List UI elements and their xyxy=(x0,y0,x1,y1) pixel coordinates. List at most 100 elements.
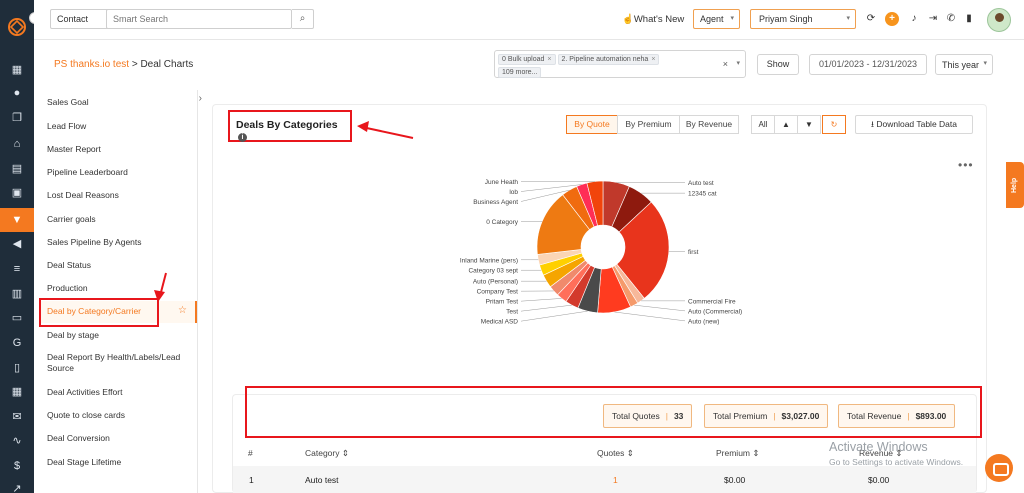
logout-icon[interactable]: ⇥ xyxy=(926,12,940,26)
bank-icon[interactable]: ⌂ xyxy=(10,137,24,151)
report-item[interactable]: Master Report xyxy=(47,144,101,155)
filter-all-button[interactable]: All xyxy=(751,115,775,134)
thumbs-down-icon[interactable]: ▼ xyxy=(797,115,821,134)
report-item[interactable]: Lead Flow xyxy=(47,121,86,132)
trend-icon[interactable]: ↗ xyxy=(10,482,24,493)
report-item[interactable]: Quote to close cards xyxy=(47,410,125,421)
report-item[interactable]: Deal Report By Health/Labels/Lead Source xyxy=(47,352,189,374)
spinner-icon[interactable]: ↻ xyxy=(822,115,846,134)
column-header-premium[interactable]: Premium ⇕ xyxy=(716,448,760,459)
trash-icon[interactable]: ▮ xyxy=(962,12,976,26)
google-icon[interactable]: G xyxy=(10,336,24,350)
close-icon[interactable]: × xyxy=(547,56,551,63)
role-label: Agent xyxy=(700,14,724,24)
info-icon[interactable]: i xyxy=(238,133,247,142)
calculator-icon[interactable]: ▤ xyxy=(10,162,24,176)
table-cell-revenue: $0.00 xyxy=(868,475,890,485)
sort-icon: ⇕ xyxy=(626,448,634,458)
whats-new-link[interactable]: ☝What's New xyxy=(622,14,684,25)
chevron-down-icon: ▾ xyxy=(983,60,987,67)
table-cell-quotes-link[interactable]: 1 xyxy=(613,475,618,485)
date-range-input[interactable]: 01/01/2023 - 12/31/2023 xyxy=(809,54,927,75)
clipboard-icon[interactable]: ▯ xyxy=(10,361,24,375)
role-select[interactable]: Agent ▾ xyxy=(693,9,740,29)
period-select[interactable]: This year ▾ xyxy=(935,54,993,75)
more-options-icon[interactable]: ••• xyxy=(958,158,974,172)
documents-icon[interactable]: ❐ xyxy=(10,111,24,125)
report-item-active[interactable]: Deal by Category/Carrier ☆ xyxy=(40,301,197,323)
report-item[interactable]: Deal Conversion xyxy=(47,433,110,444)
funnel-icon[interactable]: ▼ xyxy=(0,208,34,232)
filter-tag: 2. Pipeline automation neha × xyxy=(557,54,660,65)
filter-more-tag[interactable]: 109 more... xyxy=(498,67,542,78)
column-header-category[interactable]: Category ⇕ xyxy=(305,448,349,459)
tab-by-quote[interactable]: By Quote xyxy=(566,115,618,134)
report-item[interactable]: Carrier goals xyxy=(47,214,96,225)
breadcrumb-org[interactable]: PS thanks.io test xyxy=(54,59,129,70)
chevron-down-icon[interactable]: ▾ xyxy=(736,59,740,67)
bell-icon[interactable]: ♪ xyxy=(907,12,921,26)
avatar[interactable] xyxy=(987,8,1011,32)
folder-icon[interactable]: ▭ xyxy=(10,311,24,325)
user-select[interactable]: Priyam Singh ▾ xyxy=(750,9,856,29)
help-tab[interactable]: Help xyxy=(1006,162,1024,208)
tab-by-revenue[interactable]: By Revenue xyxy=(679,115,739,134)
report-item[interactable]: Pipeline Leaderboard xyxy=(47,167,128,178)
chevron-right-icon[interactable]: › xyxy=(199,93,202,104)
search-icon[interactable]: ⌕ xyxy=(292,9,314,29)
report-item[interactable]: Lost Deal Reasons xyxy=(47,190,119,201)
id-card-icon[interactable]: ▣ xyxy=(10,186,24,200)
mail-icon[interactable]: ✉ xyxy=(10,410,24,424)
pipeline-filter-select[interactable]: 0 Bulk upload × 2. Pipeline automation neh… xyxy=(494,50,746,78)
report-item[interactable]: Deal Status xyxy=(47,260,91,271)
pie-slice-label: Category 03 sept xyxy=(468,268,518,275)
clear-icon[interactable]: × xyxy=(723,59,728,69)
close-icon[interactable]: × xyxy=(651,56,655,63)
windows-activation-watermark: Activate Windows Go to Settings to activ… xyxy=(829,440,963,467)
search-scope-label: Contact xyxy=(57,14,89,24)
phone-icon[interactable]: ✆ xyxy=(944,12,958,26)
pie-slice-label: 0 Category xyxy=(486,219,519,226)
total-revenue-value: $893.00 xyxy=(915,411,947,421)
whats-new-label: What's New xyxy=(633,14,685,25)
smart-search-input[interactable] xyxy=(106,9,292,29)
bar-chart-icon[interactable]: ▥ xyxy=(10,287,24,301)
megaphone-icon[interactable]: ◀ xyxy=(10,237,24,251)
report-item[interactable]: Production xyxy=(47,283,88,294)
dashboard-icon[interactable]: ▦ xyxy=(10,63,24,77)
report-item[interactable]: Deal Activities Effort xyxy=(47,387,122,398)
period-label: This year xyxy=(942,60,980,70)
add-icon[interactable]: + xyxy=(885,12,899,26)
table-cell-index: 1 xyxy=(249,475,254,485)
report-list: › Sales Goal Lead Flow Master Report Pip… xyxy=(34,90,202,493)
dollar-icon[interactable]: $ xyxy=(10,459,24,473)
pie-slice-label: Auto (new) xyxy=(688,318,719,325)
refresh-icon[interactable]: ⟳ xyxy=(864,12,878,26)
signature-icon[interactable]: ∿ xyxy=(10,434,24,448)
pie-slice-label: Medical ASD xyxy=(481,319,519,326)
page-title: Deals By Categories i xyxy=(228,110,352,142)
pie-slice-label: June Heath xyxy=(485,179,519,186)
report-item[interactable]: Deal Stage Lifetime xyxy=(47,457,121,468)
breadcrumb: PS thanks.io test > Deal Charts xyxy=(54,59,193,70)
star-icon[interactable]: ☆ xyxy=(178,305,187,316)
tab-by-premium[interactable]: By Premium xyxy=(617,115,680,134)
show-button[interactable]: Show xyxy=(757,54,799,75)
sort-icon: ⇕ xyxy=(752,448,760,458)
column-header-quotes[interactable]: Quotes ⇕ xyxy=(597,448,634,459)
hand-icon: ☝ xyxy=(622,14,634,25)
thumbs-up-icon[interactable]: ▲ xyxy=(774,115,798,134)
chat-icon[interactable] xyxy=(985,454,1013,482)
report-item[interactable]: Sales Goal xyxy=(47,97,89,108)
app-logo[interactable] xyxy=(7,17,27,37)
pie-slice-label: Inland Marine (pers) xyxy=(460,257,518,264)
report-item[interactable]: Deal by stage xyxy=(47,330,99,341)
report-item[interactable]: Sales Pipeline By Agents xyxy=(47,237,142,248)
list-icon[interactable]: ≡ xyxy=(10,262,24,276)
total-revenue-label: Total Revenue xyxy=(847,411,902,421)
column-header-index: # xyxy=(248,448,253,458)
pie-label-leader xyxy=(614,311,686,322)
contacts-icon[interactable]: ● xyxy=(10,86,24,100)
download-table-button[interactable]: ⭳ Download Table Data xyxy=(855,115,973,134)
calendar-icon[interactable]: ▦ xyxy=(10,385,24,399)
